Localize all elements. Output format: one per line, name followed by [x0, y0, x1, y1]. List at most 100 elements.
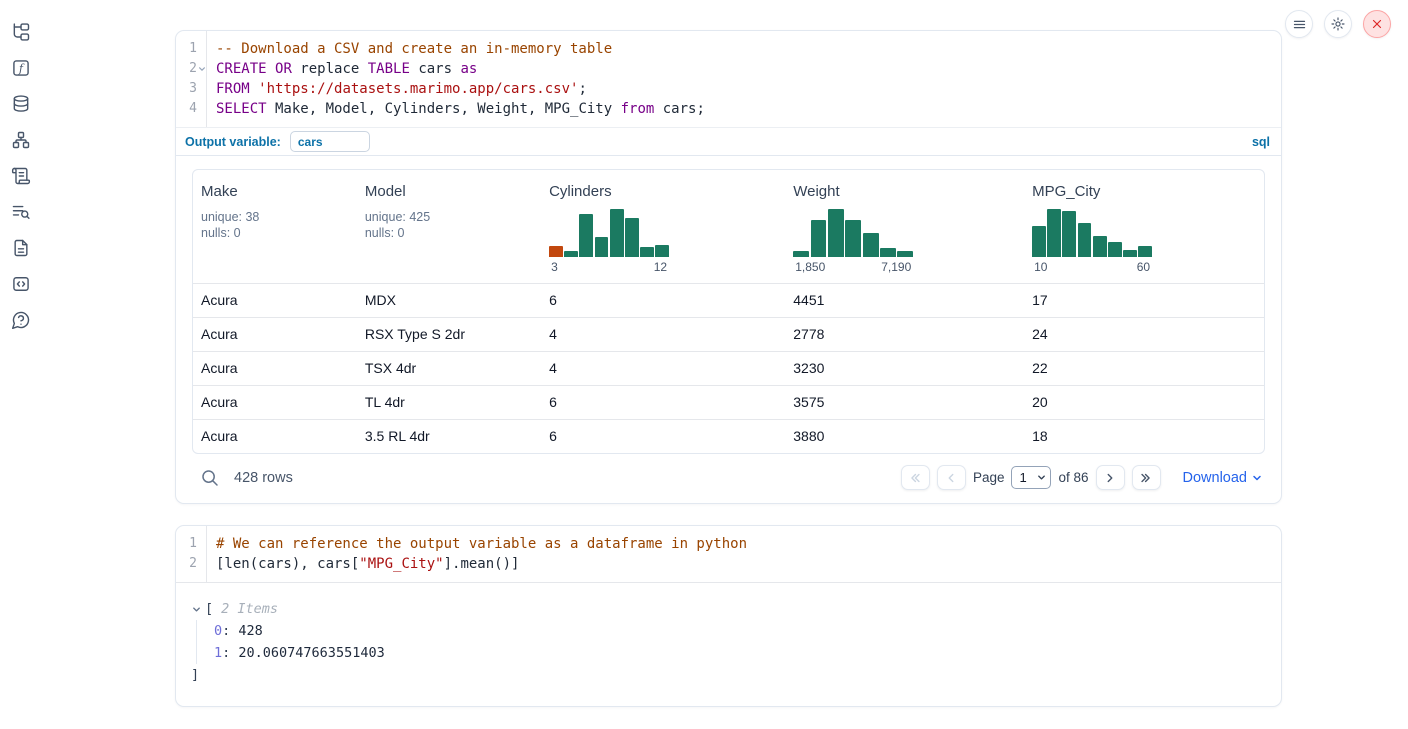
histogram-bar[interactable] [845, 220, 861, 257]
notebook: 1-- Download a CSV and create an in-memo… [175, 30, 1282, 707]
table-cell: 2778 [785, 318, 1024, 351]
file-explorer-icon[interactable] [11, 22, 31, 42]
line-number: 4 [189, 99, 197, 119]
next-page-button[interactable] [1096, 465, 1125, 490]
page-select[interactable]: 1 [1011, 466, 1051, 489]
table-row[interactable]: AcuraRSX Type S 2dr4277824 [193, 317, 1264, 351]
tree-entry: 0: 428 [214, 620, 1265, 642]
histogram-bar[interactable] [640, 247, 654, 257]
histogram-bar[interactable] [655, 245, 669, 257]
fold-chevron-icon[interactable] [197, 65, 206, 73]
documentation-icon[interactable] [11, 274, 31, 294]
scratchpad-icon[interactable] [11, 166, 31, 186]
table-body: AcuraMDX6445117AcuraRSX Type S 2dr427782… [193, 284, 1264, 453]
snippets-icon[interactable] [11, 238, 31, 258]
line-number: 1 [189, 39, 197, 59]
helper-panel-sidebar: f [0, 0, 42, 330]
table-row[interactable]: AcuraTSX 4dr4323022 [193, 351, 1264, 385]
output-variable-label: Output variable: [185, 135, 281, 149]
histogram-cylinders[interactable]: 312 [549, 209, 669, 274]
output-variable-input[interactable] [290, 131, 370, 152]
histogram-bar[interactable] [1047, 209, 1061, 257]
table-cell: 17 [1024, 284, 1264, 317]
table-cell: 3230 [785, 352, 1024, 385]
column-header-mpg_city[interactable]: MPG_City1060 [1024, 170, 1264, 283]
tree-collapse-chevron-icon[interactable] [191, 604, 202, 615]
shutdown-x-icon[interactable] [1363, 10, 1391, 38]
histogram-bar[interactable] [811, 220, 827, 257]
line-number: 1 [189, 534, 197, 554]
histogram-bar[interactable] [897, 251, 913, 257]
histogram-bar[interactable] [610, 209, 624, 257]
dependencies-icon[interactable] [11, 130, 31, 150]
tree-root: [ 2 Items [191, 598, 1265, 620]
histogram-bar[interactable] [880, 248, 896, 257]
table-cell: 6 [541, 420, 785, 453]
chevron-down-icon [1251, 472, 1263, 484]
line-number: 2 [189, 554, 197, 574]
code-line: 1-- Download a CSV and create an in-memo… [176, 39, 1281, 59]
code-line: 1# We can reference the output variable … [176, 534, 1281, 554]
svg-text:f: f [18, 62, 25, 75]
histogram-bar[interactable] [1108, 242, 1122, 257]
histogram-bar[interactable] [595, 237, 609, 257]
histogram-bar[interactable] [564, 251, 578, 257]
code-line: 2[len(cars), cars["MPG_City"].mean()] [176, 554, 1281, 574]
help-icon[interactable] [11, 310, 31, 330]
page-total: of 86 [1058, 470, 1088, 485]
python-output-area: [ 2 Items 0: 4281: 20.060747663551403 ] [176, 582, 1281, 706]
column-stat: nulls: 0 [365, 225, 533, 241]
download-button[interactable]: Download [1183, 470, 1264, 486]
histogram-bar[interactable] [1138, 246, 1152, 257]
table-row[interactable]: AcuraTL 4dr6357520 [193, 385, 1264, 419]
menu-icon[interactable] [1285, 10, 1313, 38]
histogram-bar[interactable] [1078, 223, 1092, 257]
python-code-editor[interactable]: 1# We can reference the output variable … [176, 526, 1281, 582]
row-count: 428 rows [234, 470, 293, 486]
datasources-icon[interactable] [11, 94, 31, 114]
histogram-weight[interactable]: 1,8507,190 [793, 209, 913, 274]
column-stat: nulls: 0 [201, 225, 349, 241]
column-header-weight[interactable]: Weight1,8507,190 [785, 170, 1024, 283]
output-variable-bar: Output variable: sql [176, 127, 1281, 156]
sql-code-editor[interactable]: 1-- Download a CSV and create an in-memo… [176, 31, 1281, 127]
table-cell: RSX Type S 2dr [357, 318, 541, 351]
histogram-bar[interactable] [1032, 226, 1046, 257]
code-line: 4SELECT Make, Model, Cylinders, Weight, … [176, 99, 1281, 119]
sql-output-area: Makeunique: 38nulls: 0Modelunique: 425nu… [176, 156, 1281, 503]
histogram-bar[interactable] [625, 218, 639, 257]
histogram-max-label: 7,190 [881, 260, 911, 274]
histogram-bar[interactable] [579, 214, 593, 257]
table-cell: 20 [1024, 386, 1264, 419]
histogram-bar[interactable] [863, 233, 879, 257]
column-header-make[interactable]: Makeunique: 38nulls: 0 [193, 170, 357, 283]
last-page-button[interactable] [1132, 465, 1161, 490]
page-label: Page [973, 470, 1005, 485]
variables-icon[interactable]: f [11, 58, 31, 78]
table-cell: MDX [357, 284, 541, 317]
prev-page-button[interactable] [937, 465, 966, 490]
column-header-model[interactable]: Modelunique: 425nulls: 0 [357, 170, 541, 283]
histogram-bar[interactable] [828, 209, 844, 257]
code-line: 2CREATE OR replace TABLE cars as [176, 59, 1281, 79]
histogram-bar[interactable] [1123, 250, 1137, 257]
table-cell: 22 [1024, 352, 1264, 385]
table-row[interactable]: AcuraMDX6445117 [193, 284, 1264, 317]
histogram-mpg_city[interactable]: 1060 [1032, 209, 1152, 274]
table-row[interactable]: Acura3.5 RL 4dr6388018 [193, 419, 1264, 453]
first-page-button[interactable] [901, 465, 930, 490]
table-cell: 3.5 RL 4dr [357, 420, 541, 453]
line-number: 2 [189, 59, 197, 79]
close-bracket: ] [191, 664, 1265, 686]
column-header-cylinders[interactable]: Cylinders312 [541, 170, 785, 283]
logs-icon[interactable] [11, 202, 31, 222]
table-cell: 4 [541, 352, 785, 385]
histogram-bar[interactable] [793, 251, 809, 257]
column-stat: unique: 425 [365, 209, 533, 225]
histogram-bar[interactable] [549, 246, 563, 257]
settings-gear-icon[interactable] [1324, 10, 1352, 38]
histogram-bar[interactable] [1062, 211, 1076, 257]
line-number: 3 [189, 79, 197, 99]
histogram-bar[interactable] [1093, 236, 1107, 257]
search-icon[interactable] [201, 469, 219, 487]
